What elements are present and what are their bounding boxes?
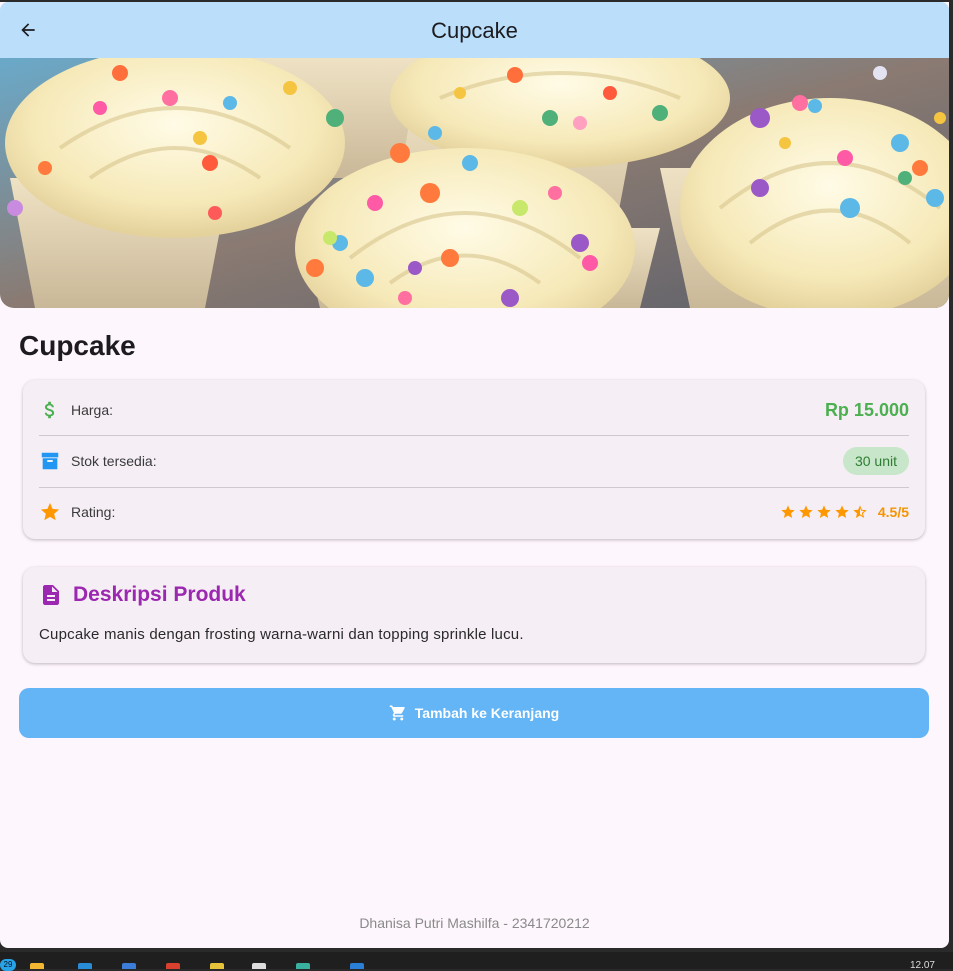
app-window: Cupcake Cupcake Harga: Rp 15.000 Stok te… (0, 2, 949, 948)
stock-row: Stok tersedia: 30 unit (39, 436, 909, 486)
description-card: Deskripsi Produk Cupcake manis dengan fr… (23, 567, 925, 663)
description-header: Deskripsi Produk (39, 583, 246, 607)
description-text: Cupcake manis dengan frosting warna-warn… (39, 626, 524, 643)
app-icon[interactable] (122, 963, 136, 969)
store-icon[interactable] (78, 963, 92, 969)
app-icon[interactable] (350, 963, 364, 969)
rating-stars: 4.5/5 (780, 504, 909, 520)
app-icon[interactable] (252, 963, 266, 969)
stock-label: Stok tersedia: (71, 453, 157, 469)
shopping-cart-icon (389, 705, 405, 721)
taskbar: 29 12.07 (0, 952, 953, 971)
browser-icon[interactable] (166, 963, 180, 969)
product-name: Cupcake (19, 330, 136, 361)
star-icon (817, 505, 831, 518)
star-icon (781, 505, 795, 518)
rating-row: Rating: 4.5/5 (39, 487, 909, 537)
product-image (0, 58, 949, 308)
add-to-cart-button[interactable]: Tambah ke Keranjang (19, 688, 929, 738)
star-half-icon (853, 505, 867, 518)
add-to-cart-label: Tambah ke Keranjang (414, 705, 560, 721)
notification-badge[interactable]: 29 (0, 959, 16, 971)
document-icon (43, 585, 59, 605)
cupcake-photo (0, 58, 949, 308)
price-label: Harga: (71, 402, 114, 418)
product-info-card: Harga: Rp 15.000 Stok tersedia: 30 unit … (23, 380, 925, 539)
folder-icon[interactable] (30, 963, 44, 969)
code-icon[interactable] (296, 963, 310, 969)
dollar-icon (39, 399, 61, 421)
app-bar: Cupcake (0, 2, 949, 58)
description-title: Deskripsi Produk (73, 583, 246, 606)
inventory-box-icon (39, 450, 61, 472)
clock: 12.07 (909, 960, 935, 971)
price-row: Harga: Rp 15.000 (39, 385, 909, 435)
stock-badge: 30 unit (842, 447, 909, 475)
rating-value: 4.5/5 (877, 504, 909, 520)
star-icon (835, 505, 849, 518)
star-icon (39, 501, 61, 523)
star-icon (799, 505, 813, 518)
page-title: Cupcake (431, 18, 518, 43)
notes-icon[interactable] (210, 963, 224, 969)
price-value: Rp 15.000 (824, 399, 909, 420)
footer-credit: Dhanisa Putri Mashilfa - 2341720212 (359, 915, 590, 931)
rating-label: Rating: (71, 504, 116, 520)
